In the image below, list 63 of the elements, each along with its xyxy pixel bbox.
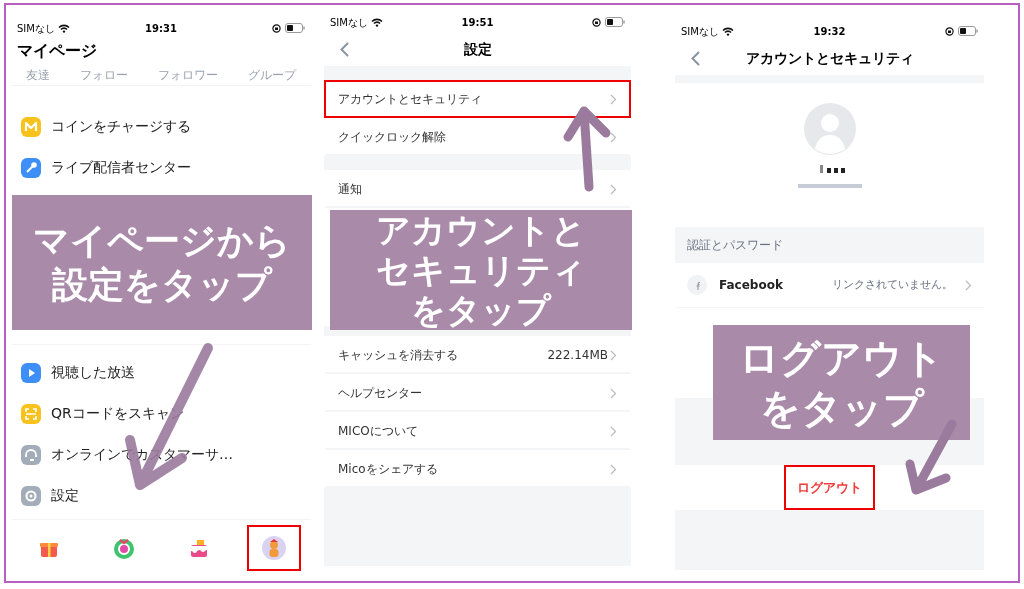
facebook-icon — [687, 275, 707, 295]
menu-item[interactable]: コインをチャージする — [11, 106, 311, 147]
battery-icon — [285, 23, 305, 33]
page-title: 設定 — [463, 39, 492, 59]
status-time: 19:32 — [813, 24, 846, 39]
wifi-icon — [57, 23, 70, 33]
menu-item[interactable]: 設定 — [11, 475, 311, 516]
back-icon[interactable] — [690, 50, 700, 66]
profile-silhouette-icon — [803, 103, 856, 155]
logout-button[interactable]: ログアウト — [784, 465, 875, 510]
settings-icon — [21, 485, 41, 506]
back-icon[interactable] — [339, 41, 349, 57]
chevron-right-icon — [610, 425, 617, 437]
microphone-icon — [21, 157, 41, 178]
callout-text: アカウントと — [376, 210, 586, 250]
menu-item[interactable]: QRコードをスキャン — [11, 393, 311, 434]
callout-text: マイページから — [33, 218, 291, 263]
callout-text: をタップ — [759, 383, 924, 433]
chevron-right-icon — [610, 183, 617, 195]
menu-item[interactable]: ライブ配信者センター — [11, 147, 311, 188]
wifi-icon — [721, 26, 734, 36]
coin-icon — [21, 116, 41, 137]
nav-tab[interactable] — [246, 524, 301, 571]
headset-icon — [21, 444, 41, 465]
carrier-label: SIMなし — [17, 21, 55, 36]
rotation-lock-icon — [272, 23, 281, 33]
chevron-right-icon — [965, 279, 972, 291]
chevron-right-icon — [610, 349, 617, 361]
play-icon — [21, 362, 41, 383]
rotation-lock-icon — [592, 17, 601, 27]
section-header: 認証とパスワード — [687, 237, 783, 254]
settings-row[interactable]: 通知 — [324, 170, 631, 208]
page-title: アカウントとセキュリティ — [745, 48, 914, 68]
avatar-icon — [260, 534, 287, 561]
settings-row[interactable]: MICOについて — [324, 412, 631, 450]
settings-row[interactable]: ヘルプセンター — [324, 374, 631, 412]
menu-item[interactable]: 視聴した放送 — [11, 352, 311, 393]
qr-scan-icon — [21, 403, 41, 424]
cake-icon — [188, 537, 209, 558]
chevron-right-icon — [610, 93, 617, 105]
callout-text: をタップ — [411, 290, 551, 330]
cache-size: 222.14MB — [547, 347, 608, 364]
chevron-right-icon — [610, 463, 617, 475]
chevron-right-icon — [610, 131, 617, 143]
redacted-name-drawing — [797, 165, 862, 189]
settings-row[interactable]: キャッシュを消去する 222.14MB — [324, 336, 631, 374]
link-status: リンクされていません。 — [832, 276, 953, 293]
wifi-icon — [370, 17, 383, 27]
wreath-icon — [112, 536, 135, 559]
status-time: 19:31 — [145, 21, 177, 36]
linked-account-row[interactable]: Facebook リンクされていません。 — [675, 263, 984, 308]
callout-text: 設定をタップ — [52, 262, 272, 307]
page-title: マイページ — [17, 40, 97, 62]
callout-text: セキュリティ — [376, 250, 586, 290]
settings-row[interactable]: アカウントとセキュリティ — [324, 80, 631, 118]
status-time: 19:51 — [461, 15, 494, 30]
chevron-right-icon — [610, 387, 617, 399]
carrier-label: SIMなし — [681, 24, 719, 39]
battery-icon — [605, 17, 625, 27]
rotation-lock-icon — [945, 26, 954, 36]
carrier-label: SIMなし — [330, 15, 368, 30]
callout-text: ログアウト — [739, 333, 944, 383]
battery-icon — [958, 26, 978, 36]
